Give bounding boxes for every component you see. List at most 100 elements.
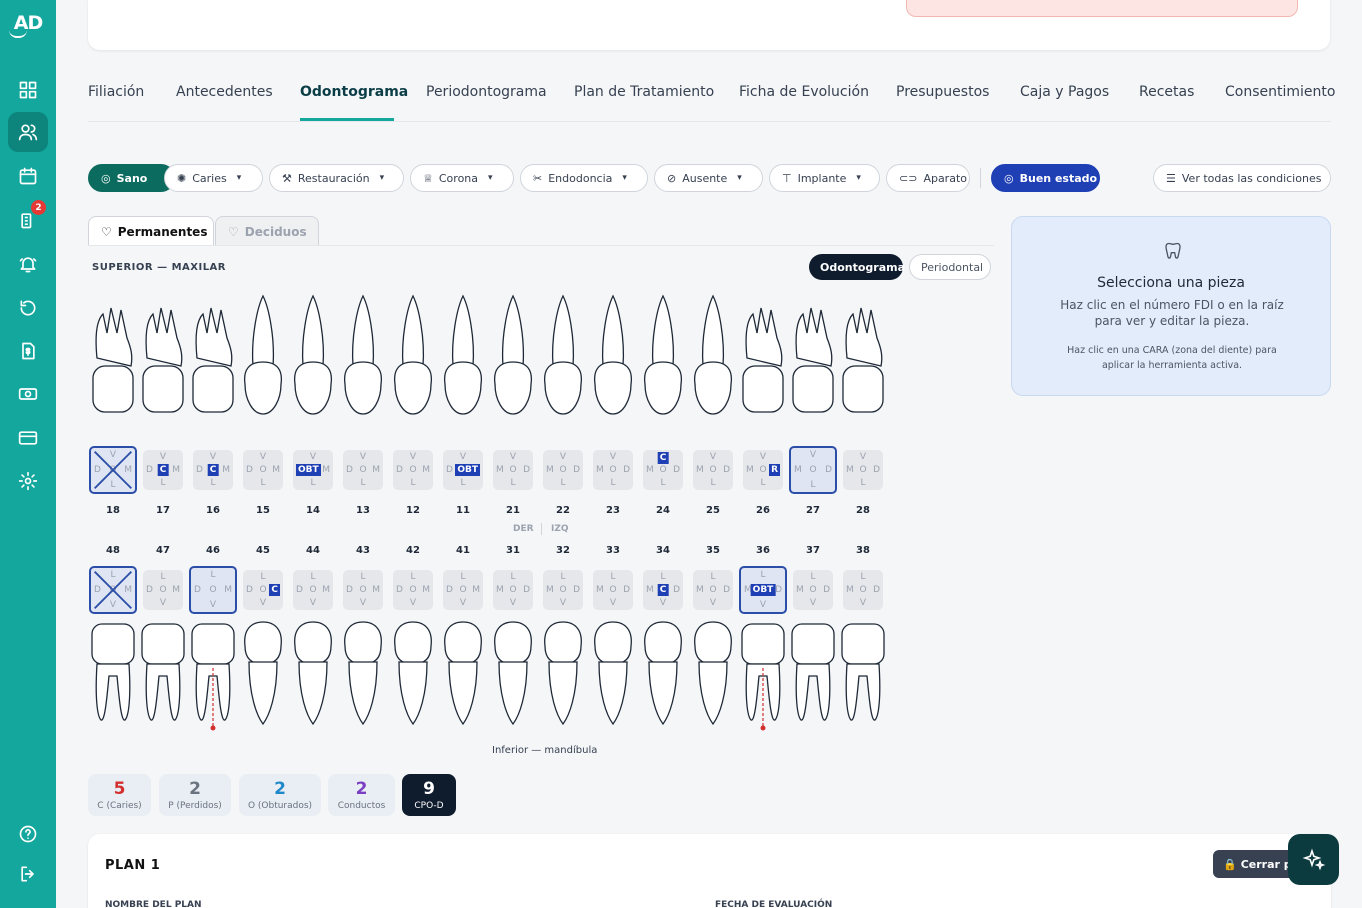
sidebar-item-billing[interactable] xyxy=(8,331,48,371)
face-l[interactable]: D xyxy=(296,585,303,595)
face-b[interactable]: V xyxy=(560,598,566,608)
view-periodontal-toggle[interactable]: Periodontal xyxy=(909,254,991,280)
face-l[interactable]: D xyxy=(446,465,453,475)
tab-caja-pagos[interactable]: Caja y Pagos xyxy=(1020,84,1109,100)
sidebar-item-settings[interactable] xyxy=(8,461,48,501)
tooth-faces-18[interactable]: VLDMO xyxy=(89,446,137,494)
face-r[interactable]: D xyxy=(873,585,880,595)
tooth-faces-32[interactable]: L VM DO xyxy=(543,570,583,610)
face-c[interactable]: O xyxy=(509,465,516,475)
face-r[interactable]: D xyxy=(523,585,530,595)
fdi-number[interactable]: 28 xyxy=(843,505,883,516)
face-r[interactable]: D xyxy=(825,465,832,475)
face-r[interactable]: M xyxy=(322,585,330,595)
sidebar-item-patients[interactable] xyxy=(8,112,48,152)
face-l[interactable]: D xyxy=(346,585,353,595)
fdi-number[interactable]: 42 xyxy=(393,545,433,556)
tooth-44[interactable] xyxy=(289,616,337,756)
face-r[interactable]: M xyxy=(224,585,232,595)
tooth-faces-46[interactable]: L VD MO xyxy=(189,566,237,614)
face-t[interactable]: V xyxy=(560,452,566,462)
tab-ficha-evolucion[interactable]: Ficha de Evolución xyxy=(739,84,869,100)
face-l[interactable]: D xyxy=(246,465,253,475)
face-c[interactable]: O xyxy=(759,465,766,475)
face-t[interactable]: L xyxy=(210,570,215,580)
face-l[interactable]: D xyxy=(196,465,203,475)
face-l[interactable]: M xyxy=(546,585,554,595)
face-r[interactable]: D xyxy=(523,465,530,475)
face-c[interactable]: O xyxy=(809,465,816,475)
face-r[interactable]: D xyxy=(823,585,830,595)
fdi-number[interactable]: 13 xyxy=(343,505,383,516)
face-c[interactable]: O xyxy=(409,585,416,595)
face-c[interactable]: O xyxy=(809,585,816,595)
tooth-32[interactable] xyxy=(539,616,587,756)
fdi-number[interactable]: 44 xyxy=(293,545,333,556)
face-r[interactable]: M xyxy=(422,465,430,475)
tooth-faces-48[interactable]: LVDMO xyxy=(89,566,137,614)
tooth-31[interactable] xyxy=(489,616,537,756)
tooth-34[interactable] xyxy=(639,616,687,756)
face-b[interactable]: L xyxy=(360,478,365,488)
tooth-35[interactable] xyxy=(689,616,737,756)
tooth-faces-27[interactable]: V LM DO xyxy=(789,446,837,494)
face-t[interactable]: V xyxy=(860,452,866,462)
face-c[interactable]: O xyxy=(209,585,216,595)
face-l[interactable]: M xyxy=(794,465,802,475)
face-b[interactable]: L xyxy=(160,478,165,488)
caries-dropdown[interactable]: ✺ Caries ▾ xyxy=(164,164,263,192)
face-r[interactable]: M xyxy=(322,465,330,475)
face-t[interactable]: L xyxy=(610,572,615,582)
tooth-26[interactable] xyxy=(739,288,787,428)
face-r[interactable]: D xyxy=(573,585,580,595)
sidebar-item-clinical[interactable]: 2 xyxy=(8,200,48,240)
fdi-number[interactable]: 31 xyxy=(493,545,533,556)
face-r[interactable]: D xyxy=(873,465,880,475)
fdi-number[interactable]: 26 xyxy=(743,505,783,516)
face-b[interactable]: V xyxy=(710,598,716,608)
face-c[interactable]: O xyxy=(459,585,466,595)
face-t[interactable]: V xyxy=(210,452,216,462)
face-l[interactable]: M xyxy=(846,585,854,595)
face-b[interactable]: V xyxy=(410,598,416,608)
face-l[interactable]: M xyxy=(646,465,654,475)
fdi-number[interactable]: 17 xyxy=(143,505,183,516)
fdi-number[interactable]: 37 xyxy=(793,545,833,556)
tab-antecedentes[interactable]: Antecedentes xyxy=(176,84,273,100)
face-b[interactable]: V xyxy=(510,598,516,608)
tooth-33[interactable] xyxy=(589,616,637,756)
face-l[interactable]: M xyxy=(496,465,504,475)
face-l[interactable]: M xyxy=(696,465,704,475)
face-l[interactable]: D xyxy=(396,585,403,595)
tooth-faces-24[interactable]: VLMDOC xyxy=(643,450,683,490)
tooth-faces-21[interactable]: V LM DO xyxy=(493,450,533,490)
sidebar-item-history[interactable] xyxy=(8,288,48,328)
sidebar-item-payments[interactable] xyxy=(8,418,48,458)
face-t[interactable]: L xyxy=(410,572,415,582)
tooth-faces-36[interactable]: LVMDOOBT xyxy=(739,566,787,614)
tooth-46[interactable] xyxy=(189,616,237,756)
face-c[interactable]: O xyxy=(709,585,716,595)
fdi-number[interactable]: 47 xyxy=(143,545,183,556)
face-t[interactable]: L xyxy=(660,572,665,582)
fdi-number[interactable]: 27 xyxy=(793,505,833,516)
view-odontograma-toggle[interactable]: Odontograma xyxy=(809,254,905,280)
tooth-faces-41[interactable]: L VD MO xyxy=(443,570,483,610)
face-b[interactable]: L xyxy=(510,478,515,488)
buen-estado-button[interactable]: ◎ Buen estado xyxy=(991,164,1100,192)
fdi-number[interactable]: 32 xyxy=(543,545,583,556)
face-b[interactable]: L xyxy=(760,478,765,488)
sidebar-item-help[interactable] xyxy=(8,814,48,854)
fdi-number[interactable]: 14 xyxy=(293,505,333,516)
face-c[interactable]: O xyxy=(609,585,616,595)
face-l[interactable]: M xyxy=(846,465,854,475)
tab-plan-tratamiento[interactable]: Plan de Tratamiento xyxy=(574,84,714,100)
fdi-number[interactable]: 36 xyxy=(743,545,783,556)
face-b[interactable]: L xyxy=(660,478,665,488)
sidebar-item-logout[interactable] xyxy=(8,854,48,894)
tooth-16[interactable] xyxy=(189,288,237,428)
face-r[interactable]: M xyxy=(472,585,480,595)
tooth-45[interactable] xyxy=(239,616,287,756)
face-c[interactable]: O xyxy=(709,465,716,475)
tooth-21[interactable] xyxy=(489,288,537,428)
